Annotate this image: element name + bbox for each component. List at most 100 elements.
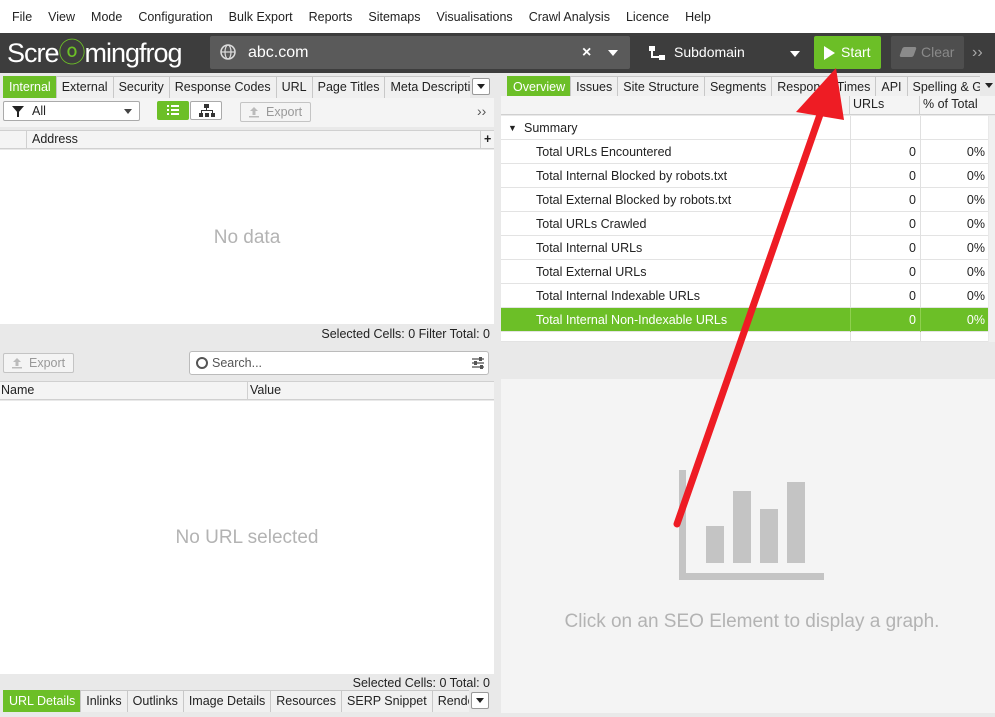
add-column-icon[interactable]: + bbox=[484, 131, 491, 148]
pct-column-header[interactable]: % of Total bbox=[923, 96, 978, 113]
tree-view-button[interactable] bbox=[190, 101, 222, 120]
overview-cell-pct: 0% bbox=[920, 284, 988, 308]
tab-response-times[interactable]: Response Times bbox=[771, 76, 877, 98]
right-tabs-scroll[interactable] bbox=[981, 78, 993, 95]
clear-label: Clear bbox=[921, 44, 955, 60]
next-group-row bbox=[501, 332, 988, 342]
list-icon bbox=[167, 105, 179, 115]
tab-outlinks[interactable]: Outlinks bbox=[126, 690, 184, 712]
results-status: Selected Cells: 0 Filter Total: 0 bbox=[321, 327, 490, 341]
overview-row[interactable]: Total External Blocked by robots.txt 0 0% bbox=[501, 188, 988, 212]
no-url-selected-message: No URL selected bbox=[175, 527, 319, 548]
menu-item-crawl-analysis[interactable]: Crawl Analysis bbox=[521, 10, 618, 24]
tab-internal[interactable]: Internal bbox=[3, 76, 57, 98]
value-column-header[interactable]: Value bbox=[250, 382, 281, 399]
search-icon bbox=[196, 357, 208, 369]
tab-meta-description[interactable]: Meta Description bbox=[384, 76, 470, 98]
menu-item-reports[interactable]: Reports bbox=[301, 10, 361, 24]
tab-site-structure[interactable]: Site Structure bbox=[617, 76, 705, 98]
overview-row[interactable]: Total URLs Encountered 0 0% bbox=[501, 140, 988, 164]
tab-serp-snippet[interactable]: SERP Snippet bbox=[341, 690, 433, 712]
tab-url-details[interactable]: URL Details bbox=[3, 690, 82, 712]
tab-security[interactable]: Security bbox=[112, 76, 170, 98]
filter-value: All bbox=[32, 104, 46, 118]
bar-chart-icon bbox=[679, 470, 824, 580]
url-input[interactable]: abc.com × bbox=[210, 36, 630, 69]
menu-item-mode[interactable]: Mode bbox=[83, 10, 130, 24]
eraser-icon bbox=[899, 47, 917, 57]
graph-message: Click on an SEO Element to display a gra… bbox=[564, 611, 940, 632]
left-tabs-dropdown-icon[interactable] bbox=[472, 78, 490, 95]
app-logo: Screⓞmingfrog bbox=[7, 38, 183, 68]
overview-row[interactable]: Total URLs Crawled 0 0% bbox=[501, 212, 988, 236]
url-history-dropdown-icon[interactable] bbox=[608, 50, 618, 56]
crawl-scope-select[interactable]: Subdomain bbox=[640, 36, 808, 69]
upload-icon bbox=[12, 358, 22, 369]
overview-cell-pct: 0% bbox=[920, 188, 988, 212]
start-button[interactable]: Start bbox=[814, 36, 881, 69]
tab-inlinks[interactable]: Inlinks bbox=[80, 690, 128, 712]
bottom-tabs-dropdown-icon[interactable] bbox=[471, 692, 489, 709]
details-export-button[interactable]: Export bbox=[3, 353, 75, 373]
overview-cell-urls: 0 bbox=[850, 260, 920, 284]
tab-api[interactable]: API bbox=[875, 76, 908, 98]
tab-response-codes[interactable]: Response Codes bbox=[168, 76, 277, 98]
results-table: No data bbox=[0, 150, 494, 324]
overview-row[interactable]: Total Internal Non-Indexable URLs 0 0% bbox=[501, 308, 988, 332]
urls-column-header[interactable]: URLs bbox=[853, 96, 884, 113]
overview-cell-pct: 0% bbox=[920, 164, 988, 188]
tab-spelling-grammar[interactable]: Spelling & Grammar bbox=[906, 76, 980, 98]
name-column-header[interactable]: Name bbox=[1, 382, 34, 399]
main-toolbar: Screⓞmingfrog abc.com × Subdomain Start … bbox=[0, 33, 995, 73]
menu-item-configuration[interactable]: Configuration bbox=[130, 10, 220, 24]
overview-cell-label: Total External URLs bbox=[536, 265, 647, 279]
tab-external[interactable]: External bbox=[55, 76, 114, 98]
overview-cell-label: Total URLs Crawled bbox=[536, 217, 647, 231]
overview-row[interactable]: Total Internal URLs 0 0% bbox=[501, 236, 988, 260]
menu-item-view[interactable]: View bbox=[40, 10, 83, 24]
overview-row[interactable]: Total Internal Blocked by robots.txt 0 0% bbox=[501, 164, 988, 188]
collapse-triangle-icon[interactable]: ▼ bbox=[508, 116, 517, 140]
list-view-button[interactable] bbox=[157, 101, 189, 120]
toolbar-more-icon[interactable]: ›› bbox=[972, 33, 983, 73]
menu-item-help[interactable]: Help bbox=[677, 10, 719, 24]
tab-segments[interactable]: Segments bbox=[703, 76, 773, 98]
hierarchy-icon bbox=[649, 46, 665, 60]
tab-issues[interactable]: Issues bbox=[570, 76, 619, 98]
export-button[interactable]: Export bbox=[240, 102, 312, 122]
menu-item-bulk-export[interactable]: Bulk Export bbox=[221, 10, 301, 24]
filter-dropdown[interactable]: All bbox=[3, 101, 140, 121]
tab-overview[interactable]: Overview bbox=[507, 76, 572, 98]
details-search-input[interactable]: Search... bbox=[189, 351, 489, 375]
tab-rendered-page[interactable]: Rendered Page bbox=[431, 690, 469, 712]
url-text[interactable]: abc.com bbox=[248, 36, 308, 69]
tab-image-details[interactable]: Image Details bbox=[182, 690, 272, 712]
tab-resources[interactable]: Resources bbox=[270, 690, 343, 712]
overview-cell-urls: 0 bbox=[850, 308, 920, 332]
clear-url-icon[interactable]: × bbox=[582, 36, 591, 69]
overview-cell-pct: 0% bbox=[920, 212, 988, 236]
clear-button[interactable]: Clear bbox=[891, 36, 964, 69]
menu-item-file[interactable]: File bbox=[4, 10, 40, 24]
overview-cell-urls: 0 bbox=[850, 140, 920, 164]
overview-cell-urls: 0 bbox=[850, 188, 920, 212]
tab-page-titles[interactable]: Page Titles bbox=[311, 76, 386, 98]
start-label: Start bbox=[841, 44, 871, 60]
summary-group-row[interactable]: ▼ Summary bbox=[501, 116, 988, 140]
overview-row[interactable]: Total Internal Indexable URLs 0 0% bbox=[501, 284, 988, 308]
left-tab-strip: Internal External Security Response Codes UR… bbox=[3, 76, 470, 98]
bottom-tab-strip: URL Details Inlinks Outlinks Image Details R… bbox=[3, 690, 469, 712]
no-data-message: No data bbox=[213, 227, 281, 248]
chevron-down-icon bbox=[124, 109, 132, 114]
overview-row[interactable]: Total External URLs 0 0% bbox=[501, 260, 988, 284]
tab-url[interactable]: URL bbox=[275, 76, 313, 98]
overview-scrollbar[interactable] bbox=[989, 116, 995, 342]
menu-item-visualisations[interactable]: Visualisations bbox=[428, 10, 520, 24]
filter-settings-icon[interactable] bbox=[471, 357, 485, 369]
menu-item-sitemaps[interactable]: Sitemaps bbox=[360, 10, 428, 24]
overview-cell-pct: 0% bbox=[920, 140, 988, 164]
export-label: Export bbox=[29, 356, 66, 370]
expand-panel-icon[interactable]: ›› bbox=[477, 103, 486, 119]
menu-item-licence[interactable]: Licence bbox=[618, 10, 677, 24]
address-column-header[interactable]: Address + bbox=[0, 130, 494, 149]
